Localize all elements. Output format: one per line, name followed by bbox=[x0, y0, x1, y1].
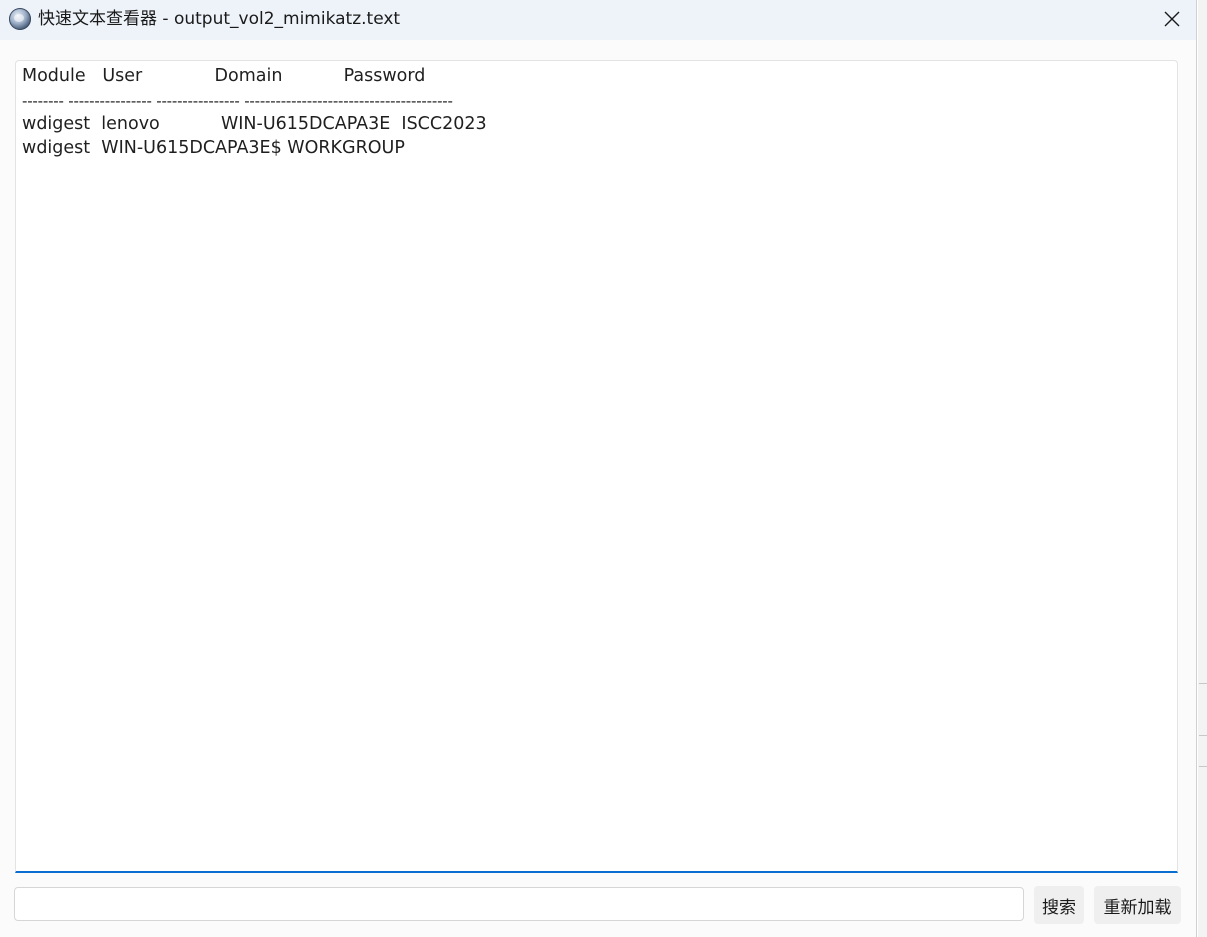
globe-app-icon bbox=[9, 8, 31, 30]
background-divider bbox=[1199, 683, 1207, 684]
search-button[interactable]: 搜索 bbox=[1034, 886, 1084, 924]
background-divider bbox=[1199, 735, 1207, 736]
window-title: 快速文本查看器 - output_vol2_mimikatz.text bbox=[38, 9, 401, 29]
separator-line: -------- ---------------- --------------… bbox=[22, 92, 453, 110]
text-content-area[interactable]: Module User Domain Password -------- ---… bbox=[15, 60, 1178, 873]
header-line: Module User Domain Password bbox=[22, 66, 426, 86]
search-input[interactable] bbox=[14, 887, 1024, 921]
background-divider bbox=[1199, 766, 1207, 767]
close-button[interactable] bbox=[1150, 4, 1194, 34]
close-icon bbox=[1164, 11, 1180, 27]
background-window-edge bbox=[1198, 0, 1207, 937]
viewer-window: 快速文本查看器 - output_vol2_mimikatz.text Modu… bbox=[0, 0, 1197, 937]
reload-button[interactable]: 重新加载 bbox=[1094, 886, 1181, 924]
result-row: wdigest WIN-U615DCAPA3E$ WORKGROUP bbox=[22, 138, 405, 158]
title-bar: 快速文本查看器 - output_vol2_mimikatz.text bbox=[0, 0, 1196, 40]
result-row: wdigest lenovo WIN-U615DCAPA3E ISCC2023 bbox=[22, 114, 487, 134]
